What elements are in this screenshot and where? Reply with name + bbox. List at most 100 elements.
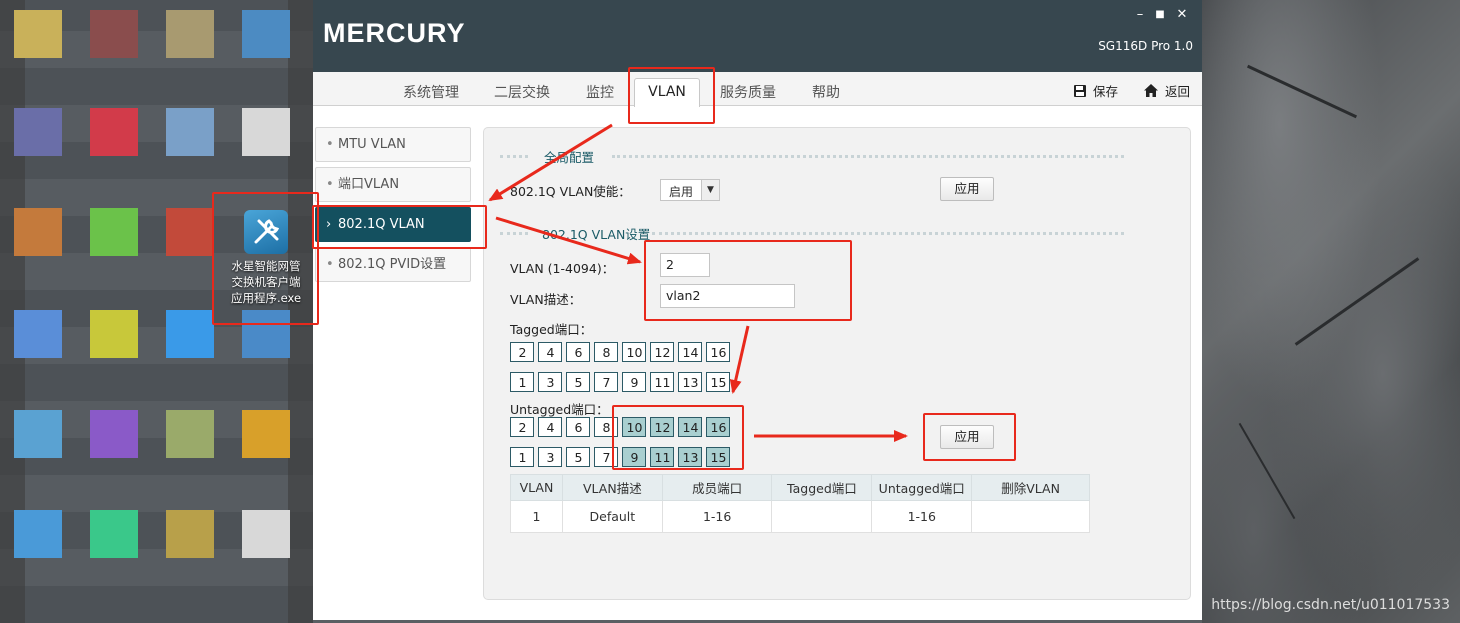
untagged-port-1[interactable]: 1: [510, 447, 534, 467]
blurred-desktop-icon: [166, 310, 214, 358]
port-number: 5: [574, 450, 583, 465]
nav-item-port-vlan[interactable]: • 端口VLAN: [315, 167, 471, 202]
blurred-desktop-icon: [166, 410, 214, 458]
minimize-button[interactable]: –: [1130, 6, 1150, 24]
blurred-desktop-icon: [14, 410, 62, 458]
brand-logo: MERCURY: [323, 18, 466, 48]
column-header: 成员端口: [661, 474, 773, 501]
port-number: 8: [602, 345, 611, 360]
tab-help[interactable]: 帮助: [812, 82, 840, 102]
port-number: 2: [518, 420, 527, 435]
blurred-desktop-icon: [14, 10, 62, 58]
blurred-desktop-icon: [90, 108, 138, 156]
tab-qos[interactable]: 服务质量: [720, 82, 776, 102]
vlan-desc-label: VLAN描述：: [510, 292, 582, 307]
content-panel: 全局配置 802.1Q VLAN使能： 启用 ▼ 应用 802.1Q VLAN设…: [483, 127, 1191, 600]
vlan-enable-select[interactable]: 启用 ▼: [660, 179, 720, 201]
column-header: Untagged端口: [871, 474, 973, 501]
port-number: 8: [602, 420, 611, 435]
home-icon: [1144, 84, 1158, 97]
save-label: 保存: [1093, 84, 1119, 99]
blurred-desktop-icon: [14, 208, 62, 256]
untagged-port-3[interactable]: 3: [538, 447, 562, 467]
untagged-port-2[interactable]: 2: [510, 417, 534, 437]
blurred-desktop-icon: [14, 310, 62, 358]
port-number: 3: [546, 450, 555, 465]
bullet-icon: •: [326, 257, 334, 272]
table-cell: Default: [561, 500, 663, 533]
port-number: 14: [682, 345, 699, 360]
save-button[interactable]: 保存: [1073, 81, 1118, 100]
blurred-desktop-icon: [14, 510, 62, 558]
tagged-ports-label: Tagged端口：: [510, 322, 593, 337]
blurred-desktop-icon: [166, 10, 214, 58]
table-cell: 1-16: [871, 500, 973, 533]
back-button[interactable]: 返回: [1143, 81, 1190, 100]
blurred-desktop-icon: [166, 108, 214, 156]
annotation-box-apply-button: [923, 413, 1016, 461]
dropdown-arrow-icon: ▼: [701, 180, 719, 200]
vlan-id-label: VLAN (1-4094)：: [510, 261, 615, 276]
blurred-desktop-icon: [90, 410, 138, 458]
delete-vlan-cell[interactable]: [971, 500, 1090, 533]
port-number: 4: [546, 345, 555, 360]
port-number: 6: [574, 345, 583, 360]
tagged-port-3[interactable]: 3: [538, 372, 562, 392]
tagged-port-4[interactable]: 4: [538, 342, 562, 362]
column-header: VLAN: [510, 474, 563, 501]
port-number: 15: [710, 375, 727, 390]
vlan-enable-label: 802.1Q VLAN使能：: [510, 184, 631, 199]
tagged-port-8[interactable]: 8: [594, 342, 618, 362]
nav-item-label: MTU VLAN: [338, 137, 406, 152]
blurred-desktop-icon: [90, 510, 138, 558]
close-button[interactable]: ✕: [1172, 6, 1192, 24]
tagged-port-6[interactable]: 6: [566, 342, 590, 362]
tagged-port-7[interactable]: 7: [594, 372, 618, 392]
port-number: 1: [518, 450, 527, 465]
port-number: 4: [546, 420, 555, 435]
blurred-desktop-icon: [242, 108, 290, 156]
tagged-port-10[interactable]: 10: [622, 342, 646, 362]
tagged-port-11[interactable]: 11: [650, 372, 674, 392]
table-cell: 1: [510, 500, 563, 533]
tagged-port-15[interactable]: 15: [706, 372, 730, 392]
main-menu-bar: 系统管理 二层交换 监控 VLAN 服务质量 帮助 保存 返回: [313, 72, 1202, 107]
nav-item-8021q-pvid[interactable]: • 802.1Q PVID设置: [315, 247, 471, 282]
blurred-desktop-icon: [14, 108, 62, 156]
tagged-port-2[interactable]: 2: [510, 342, 534, 362]
port-number: 9: [630, 375, 639, 390]
port-number: 7: [602, 450, 611, 465]
column-header: VLAN描述: [561, 474, 663, 501]
tab-layer2-switching[interactable]: 二层交换: [494, 82, 550, 102]
untagged-port-5[interactable]: 5: [566, 447, 590, 467]
tagged-port-12[interactable]: 12: [650, 342, 674, 362]
blurred-desktop-icon: [242, 410, 290, 458]
tagged-port-5[interactable]: 5: [566, 372, 590, 392]
annotation-box-nav-item: [312, 205, 487, 249]
blurred-desktop-icon: [166, 510, 214, 558]
untagged-port-4[interactable]: 4: [538, 417, 562, 437]
tab-system-management[interactable]: 系统管理: [403, 82, 459, 102]
port-number: 12: [654, 345, 671, 360]
table-cell: [771, 500, 873, 533]
tagged-port-16[interactable]: 16: [706, 342, 730, 362]
bullet-icon: •: [326, 137, 334, 152]
global-apply-button[interactable]: 应用: [940, 177, 994, 201]
untagged-ports-label: Untagged端口：: [510, 402, 609, 417]
blurred-desktop-icon: [166, 208, 214, 256]
maximize-button[interactable]: ■: [1150, 6, 1170, 24]
untagged-port-6[interactable]: 6: [566, 417, 590, 437]
back-label: 返回: [1165, 84, 1191, 99]
tab-monitoring[interactable]: 监控: [586, 82, 614, 102]
tagged-port-1[interactable]: 1: [510, 372, 534, 392]
tagged-port-14[interactable]: 14: [678, 342, 702, 362]
tagged-port-9[interactable]: 9: [622, 372, 646, 392]
nav-item-label: 端口VLAN: [338, 177, 400, 192]
annotation-box-desktop-icon: [212, 192, 319, 325]
port-number: 3: [546, 375, 555, 390]
tagged-port-13[interactable]: 13: [678, 372, 702, 392]
port-number: 6: [574, 420, 583, 435]
blurred-desktop-icon: [242, 10, 290, 58]
nav-item-mtu-vlan[interactable]: • MTU VLAN: [315, 127, 471, 162]
table-row: 1 Default 1-16 1-16: [510, 500, 1090, 533]
